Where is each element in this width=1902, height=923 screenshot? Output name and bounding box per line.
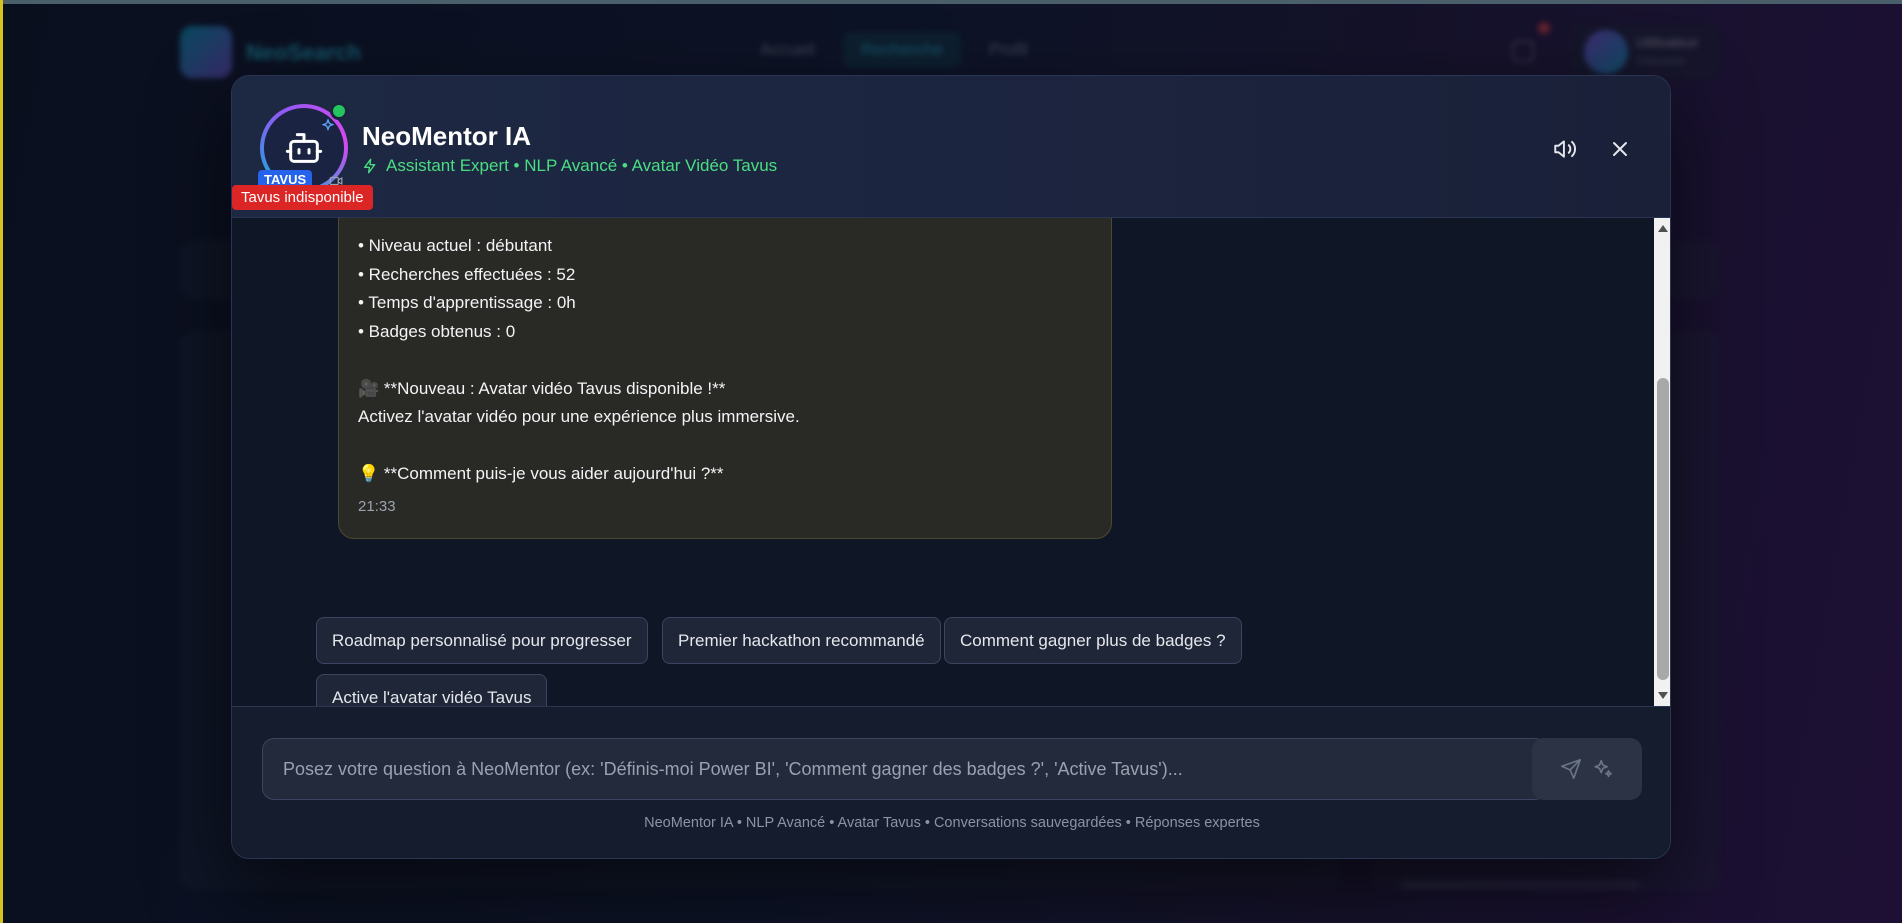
assistant-message: • Niveau actuel : débutant • Recherches …: [338, 218, 1112, 539]
sparkles-icon: [1594, 759, 1613, 778]
chat-messages[interactable]: • Niveau actuel : débutant • Recherches …: [232, 218, 1670, 706]
send-icon: [1561, 759, 1581, 779]
chat-scrollbar[interactable]: [1654, 218, 1670, 706]
message-line: [358, 432, 1092, 461]
neomentor-chat-modal: TAVUS NeoMentor IA Assistant Expert • NL…: [231, 75, 1671, 859]
modal-header: TAVUS NeoMentor IA Assistant Expert • NL…: [232, 76, 1670, 218]
message-line: [358, 346, 1092, 375]
suggestion-tavus-button[interactable]: Active l'avatar vidéo Tavus: [316, 674, 548, 706]
scroll-down-arrow-icon[interactable]: [1658, 692, 1668, 699]
modal-title: NeoMentor IA: [362, 121, 531, 151]
sparkles-icon: [320, 118, 336, 139]
message-line: • Temps d'apprentissage : 0h: [358, 293, 576, 312]
close-button[interactable]: [1603, 132, 1637, 166]
suggestion-badges-button[interactable]: Comment gagner plus de badges ?: [944, 617, 1242, 664]
suggestion-hackathon-button[interactable]: Premier hackathon recommandé: [662, 617, 941, 664]
modal-subtitle-text: Assistant Expert • NLP Avancé • Avatar V…: [386, 156, 778, 175]
suggestion-roadmap-button[interactable]: Roadmap personnalisé pour progresser: [316, 617, 648, 664]
window-top-border: [0, 0, 1902, 4]
message-line: 💡 **Comment puis-je vous aider aujourd'h…: [358, 464, 724, 483]
send-button[interactable]: [1532, 738, 1642, 800]
message-timestamp: 21:33: [358, 497, 396, 515]
lightning-icon: [364, 158, 376, 174]
window-left-border: [0, 0, 3, 923]
message-line: • Recherches effectuées : 52: [358, 264, 576, 284]
tavus-unavailable-badge: Tavus indisponible: [232, 185, 373, 210]
close-icon: [1613, 142, 1627, 156]
message-line: Activez l'avatar vidéo pour une expérien…: [358, 407, 800, 426]
chat-input-section: NeoMentor IA • NLP Avancé • Avatar Tavus…: [232, 706, 1670, 858]
message-line: • Niveau actuel : débutant: [358, 236, 553, 255]
message-line: • Badges obtenus : 0: [358, 321, 516, 341]
footer-note: NeoMentor IA • NLP Avancé • Avatar Tavus…: [644, 815, 1260, 831]
scroll-thumb[interactable]: [1657, 378, 1669, 680]
chat-input[interactable]: [262, 738, 1547, 800]
modal-subtitle: Assistant Expert • NLP Avancé • Avatar V…: [362, 156, 777, 176]
message-line: 🎥 **Nouveau : Avatar vidéo Tavus disponi…: [358, 378, 726, 398]
sound-toggle-button[interactable]: [1548, 132, 1582, 166]
scroll-up-arrow-icon[interactable]: [1658, 225, 1668, 232]
volume-icon: [1554, 140, 1576, 158]
